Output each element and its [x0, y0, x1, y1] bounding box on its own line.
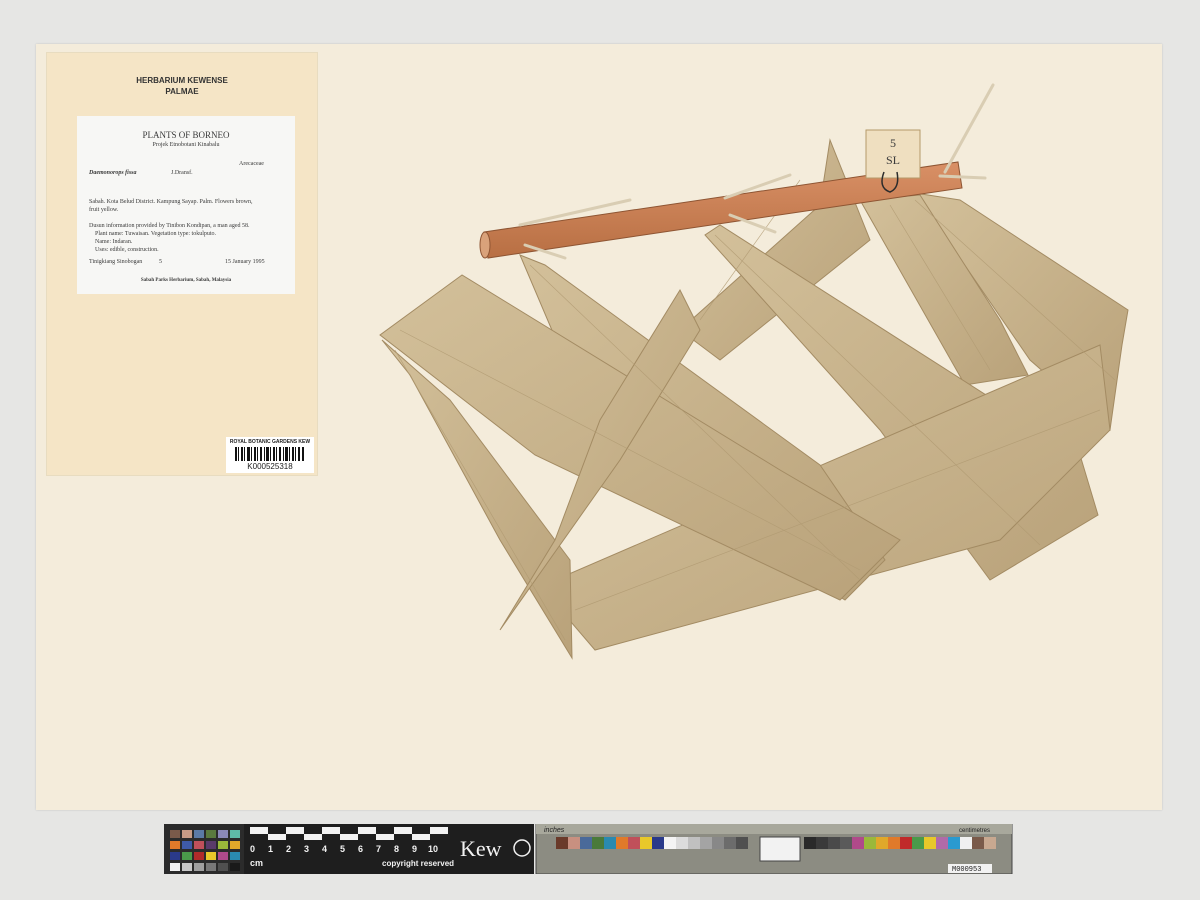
barcode-number: K000525318: [247, 462, 293, 471]
info-line1: Dusun information provided by Tinibon Ko…: [89, 223, 250, 229]
tick-6: 6: [358, 844, 363, 854]
info-line3: Name: Indaran.: [95, 239, 133, 245]
info-line4: Uses: edible, construction.: [95, 247, 159, 253]
herbarium-name: HERBARIUM KEWENSE: [136, 76, 228, 85]
tick-10: 10: [428, 844, 438, 854]
tick-5: 5: [340, 844, 345, 854]
label-title: PLANTS OF BORNEO: [142, 130, 230, 140]
collection-number: 5: [159, 259, 162, 265]
locality-line2: fruit yellow.: [89, 207, 119, 213]
tick-4: 4: [322, 844, 327, 854]
species: Daemonorops fissa: [89, 170, 137, 176]
locality-line1: Sabah. Kota Belud District. Kampung Saya…: [89, 199, 253, 205]
barcode-icon: [235, 447, 304, 461]
label-subtitle: Projek Etnobotani Kinabalu: [152, 142, 220, 148]
scale-bar-graphic: 0 1 2 3 4 5 6 7 8 9 10 cm copyright rese…: [164, 823, 1013, 875]
tick-1: 1: [268, 844, 273, 854]
collection-date: 15 January 1995: [225, 259, 265, 265]
tick-0: 0: [250, 844, 255, 854]
stem-end: [479, 231, 491, 259]
colorcard-id: M000953: [952, 866, 981, 874]
scale-bar: 0 1 2 3 4 5 6 7 8 9 10 cm copyright rese…: [164, 823, 1014, 875]
barcode-institution: ROYAL BOTANIC GARDENS KEW: [229, 439, 311, 445]
copyright: copyright reserved: [382, 859, 454, 868]
collection-label: PLANTS OF BORNEO Projek Etnobotani Kinab…: [77, 116, 295, 294]
tick-8: 8: [394, 844, 399, 854]
barcode-label: ROYAL BOTANIC GARDENS KEW K000525318: [226, 437, 314, 473]
tick-3: 3: [304, 844, 309, 854]
tag-line2: SL: [886, 153, 900, 167]
herbarium-family: PALMAE: [165, 87, 199, 96]
info-line2: Plant name: Tuwaisan. Vegetation type: t…: [95, 231, 217, 237]
tick-7: 7: [376, 844, 381, 854]
herbarium-title: HERBARIUM KEWENSE PALMAE: [47, 75, 317, 97]
tag-line1: 5: [890, 136, 896, 150]
kew-logo: Kew: [460, 836, 502, 861]
family: Arecaceae: [239, 161, 264, 167]
tick-2: 2: [286, 844, 291, 854]
collector: Tinigkiang Sinobogan: [89, 259, 143, 265]
centimetres-label: centimetres: [959, 828, 990, 834]
tick-9: 9: [412, 844, 417, 854]
institution: Sabah Parks Herbarium, Sabah, Malaysia: [140, 278, 232, 283]
inches-label: inches: [544, 827, 565, 834]
unit-label: cm: [250, 858, 263, 868]
author: J.Dransf.: [171, 170, 193, 176]
